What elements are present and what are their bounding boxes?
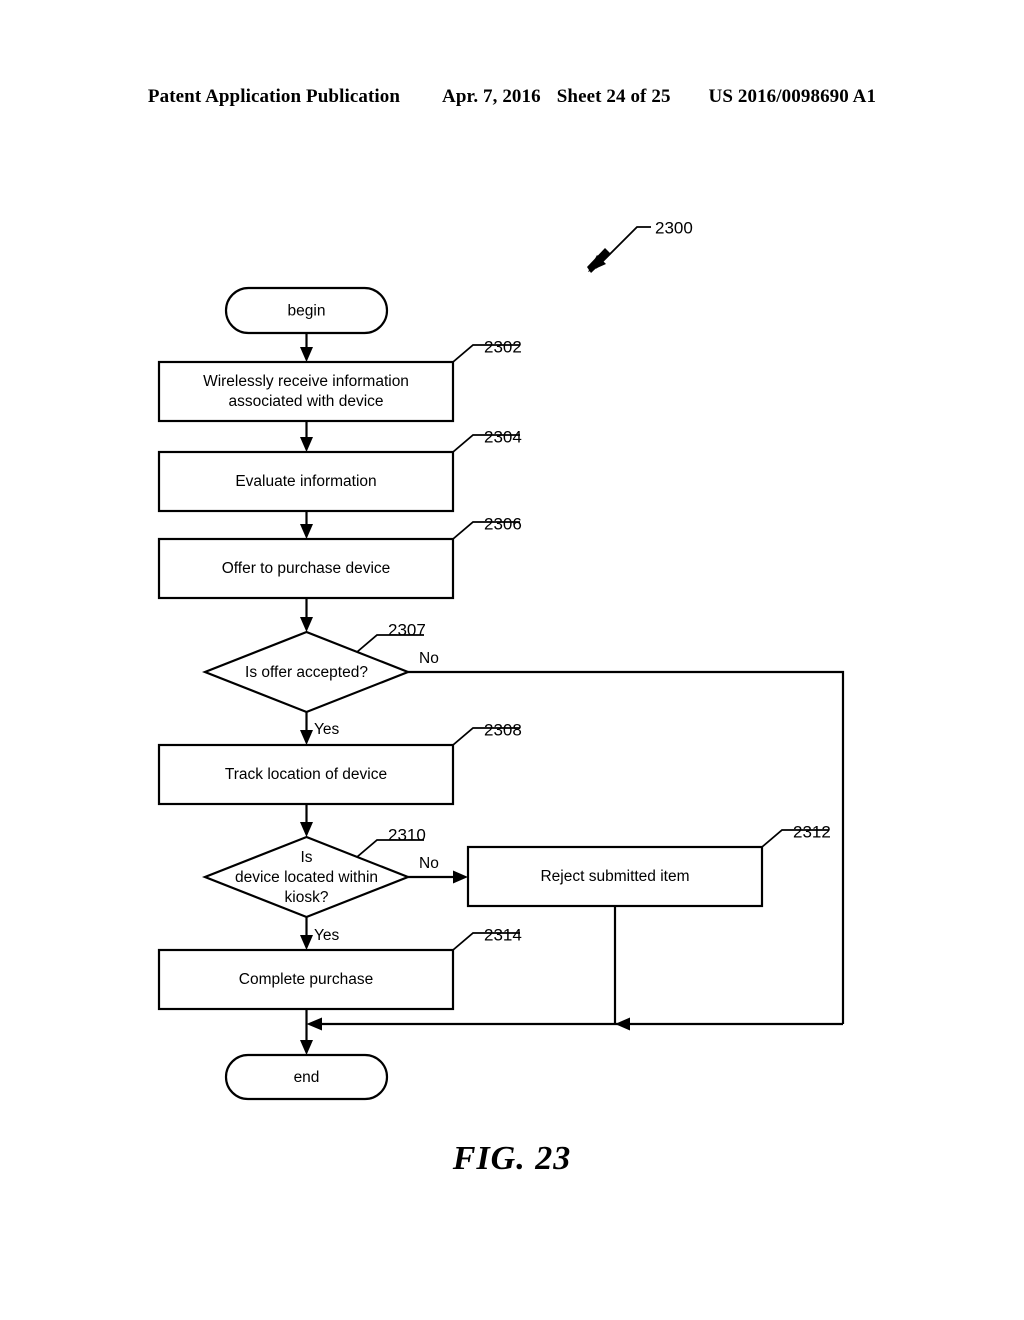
connector-2302-to-2304 xyxy=(300,421,313,452)
branch-label-2307-no: No xyxy=(419,650,439,667)
branch-label-2307-yes: Yes xyxy=(314,721,340,738)
node-2310-label-line3: kiosk? xyxy=(285,889,329,906)
connector-2306-to-2307 xyxy=(300,598,313,632)
node-2307-label: Is offer accepted? xyxy=(245,664,368,681)
reference-numeral-2306: 2306 xyxy=(484,514,522,533)
figure-caption: FIG. 23 xyxy=(452,1140,572,1177)
node-2310-label-line2: device located within xyxy=(235,869,378,886)
diagram-reference-leader xyxy=(587,226,651,273)
node-2310-label-line1: Is xyxy=(300,849,312,866)
branch-label-2310-no: No xyxy=(419,855,439,872)
flowchart-diagram: 2300 begin Wirelessly receive informatio… xyxy=(157,218,845,1101)
node-2302-label-line1: Wirelessly receive information xyxy=(203,373,409,390)
node-wirelessly-receive-information xyxy=(157,360,455,423)
reference-numeral-2302: 2302 xyxy=(484,337,522,356)
connector-2304-to-2306 xyxy=(300,511,313,539)
connector-2308-to-2310 xyxy=(300,804,313,837)
branch-label-2310-yes: Yes xyxy=(314,927,340,944)
node-2312-label: Reject submitted item xyxy=(540,868,689,885)
node-2302-label-line2: associated with device xyxy=(228,393,383,410)
reference-numeral-2310: 2310 xyxy=(388,825,426,844)
reference-numeral-2307: 2307 xyxy=(388,620,426,639)
node-2306-label: Offer to purchase device xyxy=(222,560,391,577)
reference-numeral-2308: 2308 xyxy=(484,720,522,739)
node-2308-label: Track location of device xyxy=(225,766,387,783)
connector-merge-line xyxy=(306,1017,843,1031)
diagram-reference-2300: 2300 xyxy=(655,218,693,237)
connector-2310-to-2312 xyxy=(408,870,468,884)
node-begin-label: begin xyxy=(288,303,326,320)
connector-2307-to-2308 xyxy=(300,712,313,745)
connector-begin-to-2302 xyxy=(300,333,313,362)
connector-2310-to-2314 xyxy=(300,917,313,950)
node-2304-label: Evaluate information xyxy=(235,473,376,490)
reference-numeral-2312: 2312 xyxy=(793,822,831,841)
node-2314-label: Complete purchase xyxy=(239,971,373,988)
connector-2314-to-end xyxy=(300,1009,313,1055)
node-end-label: end xyxy=(294,1069,320,1086)
reference-numeral-2304: 2304 xyxy=(484,427,522,446)
reference-numeral-2314: 2314 xyxy=(484,925,522,944)
